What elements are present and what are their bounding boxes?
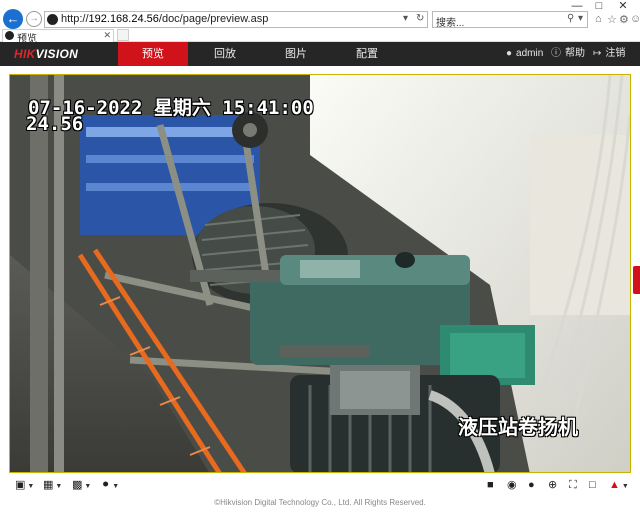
back-icon[interactable]: ← <box>3 9 23 29</box>
gear-icon[interactable]: ⚙ <box>619 13 629 26</box>
stream-type-icon[interactable]: ▦ ▼ <box>43 478 62 494</box>
live-video[interactable]: 07-16-2022 星期六 15:41:00 24.56 液压站卷扬机 <box>9 74 631 473</box>
fullscreen-icon[interactable]: ⛶ <box>569 478 577 492</box>
refresh-icon[interactable]: ↻ <box>416 13 424 24</box>
help-icon: ⓘ <box>551 48 561 59</box>
minimize-button[interactable]: — <box>568 0 586 12</box>
menu-playback[interactable]: 回放 <box>190 42 260 66</box>
osd-extra-text: 24.56 <box>26 113 84 135</box>
new-tab-button[interactable] <box>117 29 129 41</box>
region-zoom-icon[interactable]: □ <box>589 478 596 492</box>
search-input[interactable]: 搜索... <box>436 14 464 29</box>
address-bar[interactable]: http://192.168.24.56/doc/page/preview.as… <box>44 11 428 28</box>
menu-configuration[interactable]: 配置 <box>332 42 402 66</box>
browser-tab[interactable]: 预览 ✕ <box>2 29 114 45</box>
menu-preview[interactable]: 预览 <box>118 42 188 66</box>
preview-toolbar: ▣ ▼ ▦ ▼ ▩ ▼ ⚫ ▼ ■ ◉ ● ⊕ ⛶ □ ▲ ▼ <box>9 475 631 495</box>
copyright-footer: ©Hikvision Digital Technology Co., Ltd. … <box>214 498 426 507</box>
maximize-button[interactable]: □ <box>590 0 608 12</box>
logout-label: 注销 <box>605 48 626 59</box>
capture-icon[interactable]: ◉ <box>507 478 517 492</box>
browser-chrome: ← → http://192.168.24.56/doc/page/previe… <box>0 0 640 45</box>
menu-picture[interactable]: 图片 <box>261 42 331 66</box>
search-box[interactable]: 搜索... ⚲ ▾ <box>432 11 588 29</box>
window-layout-icon[interactable]: ▣ ▼ <box>15 478 34 494</box>
microphone-icon[interactable]: ⚫ ▼ <box>101 478 119 494</box>
search-icon[interactable]: ⚲ <box>567 13 574 24</box>
help-label: 帮助 <box>565 48 585 59</box>
stop-all-icon[interactable]: ■ <box>487 478 494 492</box>
address-url[interactable]: http://192.168.24.56/doc/page/preview.as… <box>61 13 268 25</box>
zoom-in-icon[interactable]: ⊕ <box>548 478 557 492</box>
ptz-panel-toggle[interactable] <box>633 266 640 294</box>
search-dropdown-icon[interactable]: ▾ <box>578 13 583 24</box>
search-dropdown-icon[interactable]: ▾ <box>403 13 408 24</box>
volume-icon[interactable]: ▲ ▼ <box>609 478 629 494</box>
user-menu[interactable]: ● admin <box>506 42 543 66</box>
record-icon[interactable]: ● <box>528 478 535 492</box>
close-button[interactable]: ✕ <box>614 0 632 12</box>
user-icon: ● <box>506 48 513 59</box>
tab-favicon-icon <box>5 31 14 40</box>
app-header: HIKVISION 预览 回放 图片 配置 ● admin ⓘ 帮助 ↦ 注销 <box>0 42 640 66</box>
home-icon[interactable]: ⌂ <box>595 13 602 25</box>
logout-button[interactable]: ↦ 注销 <box>593 42 625 66</box>
username: admin <box>516 48 544 59</box>
star-icon[interactable]: ☆ <box>607 13 617 26</box>
aspect-ratio-icon[interactable]: ▩ ▼ <box>72 478 91 494</box>
help-button[interactable]: ⓘ 帮助 <box>551 42 585 66</box>
hikvision-logo: HIKVISION <box>14 47 79 61</box>
osd-camera-name: 液压站卷扬机 <box>458 415 578 439</box>
site-favicon-icon <box>47 14 58 25</box>
tab-close-icon[interactable]: ✕ <box>103 30 111 41</box>
logout-icon: ↦ <box>593 48 602 59</box>
forward-icon[interactable]: → <box>26 11 42 27</box>
smiley-icon[interactable]: ☺ <box>630 13 640 25</box>
